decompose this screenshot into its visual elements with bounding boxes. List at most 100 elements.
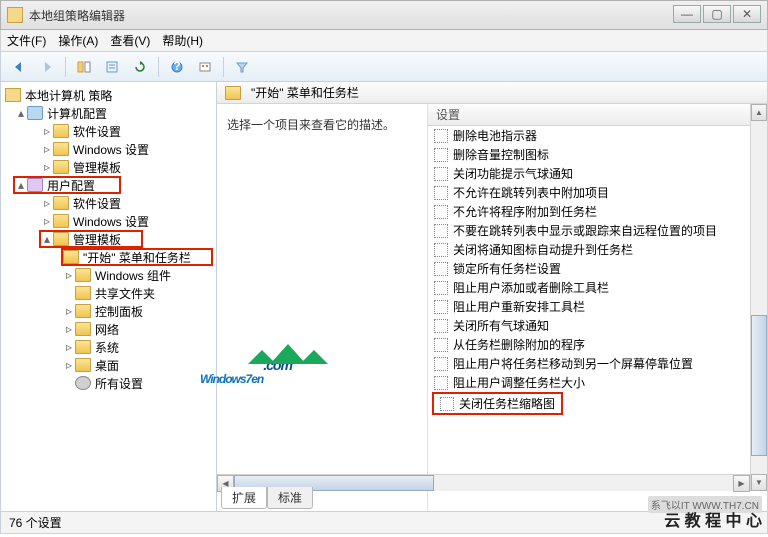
help-button[interactable]: ? [165,56,189,78]
tree-node[interactable]: ▹软件设置 [1,122,216,140]
titlebar: 本地组策略编辑器 — ▢ ✕ [0,0,768,30]
setting-item[interactable]: 不要在跳转列表中显示或跟踪来自远程位置的项目 [428,221,767,240]
scroll-up-button[interactable]: ▲ [751,104,767,121]
tree-start-taskbar[interactable]: "开始" 菜单和任务栏 [61,248,213,266]
policy-setting-icon [434,186,448,200]
details-title: "开始" 菜单和任务栏 [251,84,359,101]
folder-icon [53,142,69,156]
close-button[interactable]: ✕ [733,5,761,23]
tree-node[interactable]: ▹网络 [1,320,216,338]
policy-setting-icon [434,148,448,162]
scroll-thumb[interactable] [751,315,767,456]
policy-setting-icon [440,397,454,411]
vertical-scrollbar[interactable]: ▲ ▼ [750,104,767,491]
scroll-track[interactable] [751,121,767,474]
setting-label: 不要在跳转列表中显示或跟踪来自远程位置的项目 [453,222,717,239]
minimize-button[interactable]: — [673,5,701,23]
folder-icon [75,286,91,300]
setting-item[interactable]: 阻止用户添加或者删除工具栏 [428,278,767,297]
expand-icon: ▹ [63,322,75,336]
setting-item[interactable]: 阻止用户将任务栏移动到另一个屏幕停靠位置 [428,354,767,373]
tree-computer-config[interactable]: ▴ 计算机配置 [1,104,216,122]
forward-button[interactable] [35,56,59,78]
menu-view[interactable]: 查看(V) [110,32,150,49]
tab-extended[interactable]: 扩展 [221,487,267,509]
export-button[interactable] [193,56,217,78]
settings-list: 删除电池指示器删除音量控制图标关闭功能提示气球通知不允许在跳转列表中附加项目不允… [428,126,767,511]
menu-action[interactable]: 操作(A) [58,32,98,49]
tree-node[interactable]: ▹软件设置 [1,194,216,212]
tab-standard[interactable]: 标准 [267,487,313,509]
policy-setting-icon [434,205,448,219]
setting-item[interactable]: 阻止用户重新安排工具栏 [428,297,767,316]
setting-label: 阻止用户将任务栏移动到另一个屏幕停靠位置 [453,355,693,372]
setting-item[interactable]: 删除音量控制图标 [428,145,767,164]
tree-admin-templates[interactable]: ▴ 管理模板 [39,230,143,248]
setting-item[interactable]: 关闭所有气球通知 [428,316,767,335]
filter-button[interactable] [230,56,254,78]
setting-item[interactable]: 从任务栏删除附加的程序 [428,335,767,354]
computer-icon [27,106,43,120]
column-header-settings[interactable]: 设置 [428,104,767,126]
setting-label: 从任务栏删除附加的程序 [453,336,585,353]
menu-help[interactable]: 帮助(H) [162,32,203,49]
refresh-button[interactable] [128,56,152,78]
svg-text:?: ? [173,60,180,73]
folder-icon [53,214,69,228]
setting-label: 阻止用户重新安排工具栏 [453,298,585,315]
setting-item[interactable]: 不允许在跳转列表中附加项目 [428,183,767,202]
tree-node[interactable]: ▹系统 [1,338,216,356]
collapse-icon: ▴ [41,232,53,246]
policy-setting-icon [434,243,448,257]
scroll-down-button[interactable]: ▼ [751,474,767,491]
folder-icon [63,250,79,264]
policy-tree: 本地计算机 策略 ▴ 计算机配置 ▹软件设置 ▹Windows 设置 ▹管理模板… [1,82,216,396]
back-button[interactable] [7,56,31,78]
policy-setting-icon [434,262,448,276]
properties-button[interactable] [100,56,124,78]
show-hide-tree-button[interactable] [72,56,96,78]
folder-icon [75,358,91,372]
folder-icon [75,322,91,336]
tree-node[interactable]: ▹控制面板 [1,302,216,320]
setting-item[interactable]: 关闭将通知图标自动提升到任务栏 [428,240,767,259]
setting-item[interactable]: 删除电池指示器 [428,126,767,145]
menu-file[interactable]: 文件(F) [7,32,46,49]
gear-icon [75,376,91,390]
expand-icon: ▹ [41,124,53,138]
setting-label: 关闭所有气球通知 [453,317,549,334]
setting-item[interactable]: 关闭功能提示气球通知 [428,164,767,183]
folder-icon [53,124,69,138]
main-area: 本地计算机 策略 ▴ 计算机配置 ▹软件设置 ▹Windows 设置 ▹管理模板… [0,82,768,512]
tree-root[interactable]: 本地计算机 策略 [1,86,216,104]
statusbar: 76 个设置 [0,512,768,534]
tree-node[interactable]: ▹桌面 [1,356,216,374]
folder-icon [53,160,69,174]
policy-setting-icon [434,376,448,390]
setting-label: 不允许在跳转列表中附加项目 [453,184,609,201]
expand-icon: ▹ [41,142,53,156]
tree-user-config[interactable]: ▴ 用户配置 [13,176,121,194]
settings-column: 设置 删除电池指示器删除音量控制图标关闭功能提示气球通知不允许在跳转列表中附加项… [427,104,767,511]
expand-icon: ▹ [41,196,53,210]
credit-text: 云 教 程 中 心 [664,507,762,531]
policy-setting-icon [434,338,448,352]
tree-node[interactable]: 共享文件夹 [1,284,216,302]
details-header: "开始" 菜单和任务栏 [217,82,767,104]
toolbar: ? [0,52,768,82]
expand-icon: ▹ [63,268,75,282]
tree-node[interactable]: ▹管理模板 [1,158,216,176]
setting-item[interactable]: 锁定所有任务栏设置 [428,259,767,278]
scroll-right-button[interactable]: ▶ [733,475,750,492]
setting-item[interactable]: 关闭任务栏缩略图 [434,394,561,413]
tree-node[interactable]: ▹Windows 设置 [1,140,216,158]
tree-node[interactable]: ▹Windows 设置 [1,212,216,230]
setting-item[interactable]: 不允许将程序附加到任务栏 [428,202,767,221]
tree-all-settings[interactable]: 所有设置 [1,374,216,392]
maximize-button[interactable]: ▢ [703,5,731,23]
status-text: 76 个设置 [9,514,62,531]
policy-setting-icon [434,319,448,333]
setting-item[interactable]: 阻止用户调整任务栏大小 [428,373,767,392]
policy-setting-icon [434,357,448,371]
tree-node[interactable]: ▹Windows 组件 [1,266,216,284]
